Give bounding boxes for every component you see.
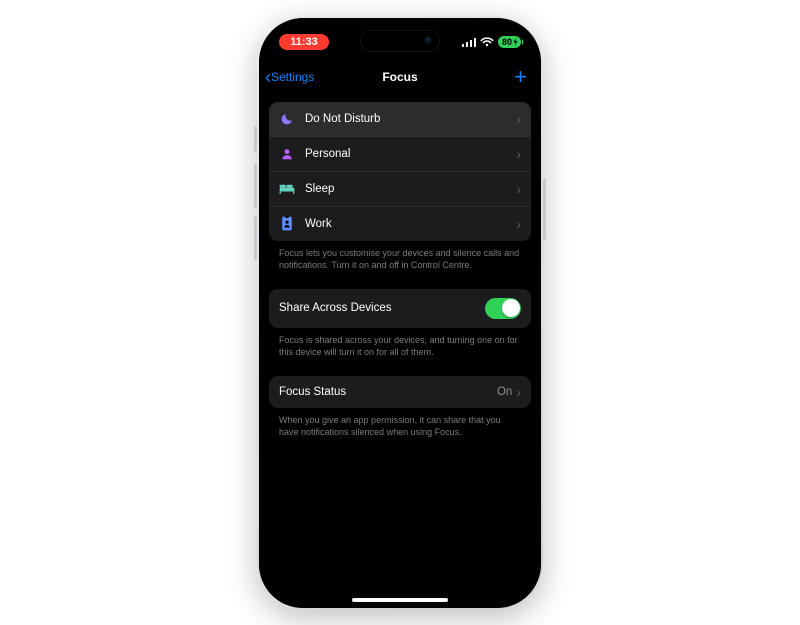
focus-status-row[interactable]: Focus Status On › [269,376,531,408]
focus-status-footer: When you give an app permission, it can … [269,408,531,438]
moon-icon [279,111,295,127]
front-camera [425,37,432,44]
battery-level: 80 [502,37,512,47]
share-across-devices-row: Share Across Devices [269,289,531,328]
focus-status-group: Focus Status On › [269,376,531,408]
page-title: Focus [382,70,417,84]
person-icon [279,146,295,162]
focus-mode-row[interactable]: Personal› [269,137,531,172]
focus-mode-label: Sleep [305,183,516,195]
share-group: Share Across Devices [269,289,531,328]
screen: 11:33 [259,18,541,608]
focus-modes-group: Do Not Disturb›Personal›Sleep›Work› [269,102,531,241]
add-button[interactable]: + [514,66,531,88]
back-button[interactable]: ‹ Settings [265,68,314,86]
share-footer: Focus is shared across your devices, and… [269,328,531,358]
chevron-right-icon: › [516,182,521,196]
focus-status-value: On [497,386,512,398]
wifi-icon [480,37,494,47]
focus-mode-row[interactable]: Work› [269,207,531,241]
focus-mode-label: Personal [305,148,516,160]
nav-bar: ‹ Settings Focus + [259,62,541,96]
badge-icon [279,216,295,232]
focus-mode-row[interactable]: Do Not Disturb› [269,102,531,137]
home-indicator[interactable] [352,598,448,602]
chevron-right-icon: › [516,217,521,231]
focus-mode-label: Do Not Disturb [305,113,516,125]
back-label: Settings [271,70,314,84]
phone-frame: 11:33 [257,16,543,610]
focus-mode-label: Work [305,218,516,230]
status-bar: 11:33 [259,22,541,62]
toggle-knob [502,299,520,317]
chevron-right-icon: › [516,147,521,161]
side-button-power [543,178,546,240]
focus-status-label: Focus Status [279,386,497,398]
share-label: Share Across Devices [279,302,485,314]
side-button-volume-up [254,164,257,208]
side-button-silent [254,126,257,152]
share-toggle[interactable] [485,298,521,319]
chevron-right-icon: › [516,385,521,399]
bed-icon [279,181,295,197]
chevron-right-icon: › [516,112,521,126]
cellular-signal-icon [462,37,476,47]
charging-icon [513,38,518,46]
battery-indicator: 80 [498,36,521,48]
content-area: Do Not Disturb›Personal›Sleep›Work› Focu… [259,96,541,608]
plus-icon: + [514,64,527,89]
dynamic-island [360,30,440,52]
status-time-recording[interactable]: 11:33 [279,34,329,50]
focus-modes-footer: Focus lets you customise your devices an… [269,241,531,271]
side-button-volume-down [254,216,257,260]
focus-mode-row[interactable]: Sleep› [269,172,531,207]
